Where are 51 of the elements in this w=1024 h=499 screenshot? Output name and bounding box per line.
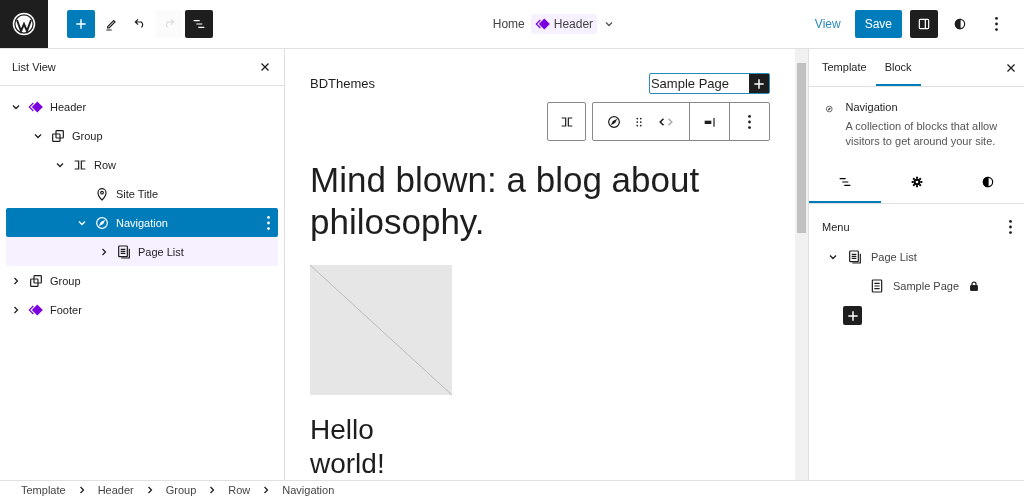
more-icon [267,215,270,230]
menu-item[interactable]: Page List [809,242,1024,271]
save-button[interactable]: Save [854,10,902,38]
contrast-icon [952,16,968,32]
breadcrumb-item[interactable]: Group [165,484,197,496]
more-icon [994,17,998,31]
menu-item[interactable]: Sample Page [809,271,1024,300]
more-icon [748,114,751,129]
list-view-item[interactable]: Row [6,150,278,179]
sidebar-button[interactable] [910,10,938,38]
list-view-item[interactable]: Footer [6,295,278,324]
breadcrumb-item[interactable]: Template [21,484,66,496]
group-icon [28,272,44,289]
pages-icon [847,248,863,265]
list-view-item[interactable]: Page List [6,237,278,266]
compass-icon [606,113,622,130]
site-title: BDThemes [310,76,376,91]
block-description: A collection of blocks that allow visitors to get around your site. [845,119,999,149]
list-view-item[interactable]: Group [6,266,278,295]
view-link[interactable]: View [814,17,841,31]
page-icon [869,277,885,294]
list-view-item[interactable]: Navigation [6,208,278,237]
breadcrumb-item[interactable]: Row [228,484,251,496]
add-block-button[interactable] [843,306,862,325]
list-view-item[interactable]: Site Title [6,179,278,208]
list-view-item[interactable]: Header [6,92,278,121]
block-name: Navigation [845,101,899,113]
compass-icon [94,214,110,231]
sidebar-tab[interactable]: Template [813,49,876,86]
page-heading: Mind blown: a blog about philosophy. [310,159,701,243]
list-view-item[interactable]: Group [6,121,278,150]
list-view-button[interactable] [185,10,213,38]
sidebar-icon [916,16,932,32]
section-title: Menu [822,221,850,233]
post-title: Hello world! [310,413,386,480]
navigation-menu[interactable]: Sample Page [648,73,770,94]
sidebar-tab[interactable]: Block [875,49,921,86]
wordpress-logo[interactable] [0,0,48,48]
group-icon [50,127,66,144]
scrollbar[interactable] [795,49,808,480]
breadcrumb-item[interactable]: Header [97,484,134,496]
more-icon [1009,220,1012,234]
diamond-icon [534,16,551,32]
panel-title: List View [12,61,56,73]
breadcrumb-item[interactable]: Navigation [282,484,335,496]
pages-icon [116,243,132,260]
plus-icon [73,16,89,32]
template-chip[interactable]: Header [530,14,598,34]
map-pin-icon [94,185,110,202]
lock-icon [968,279,980,292]
breadcrumb-home[interactable]: Home [492,17,525,31]
